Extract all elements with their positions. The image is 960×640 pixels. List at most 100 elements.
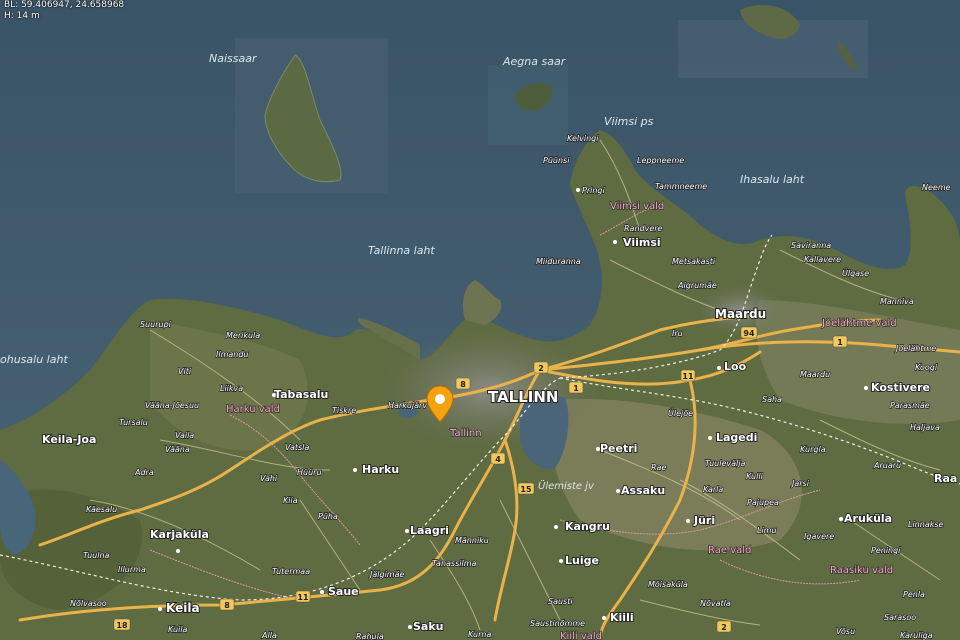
route-shield: 94 — [740, 326, 758, 339]
label-tursalu: Tursalu — [119, 418, 148, 427]
label-kurgla: Kurgla — [800, 445, 826, 454]
label-harku-vald: Harku vald — [226, 404, 280, 415]
label-loo: Loo — [724, 360, 747, 373]
label-merikula: Merikula — [226, 331, 260, 340]
label-tabasalu: Tabasalu — [274, 388, 328, 401]
route-shield: 4 — [490, 452, 506, 465]
label-kiili: Kiili — [610, 611, 634, 624]
label-lagedi: Lagedi — [716, 431, 757, 444]
coordinate-readout: BL: 59.406947, 24.658968 H: 14 m — [4, 0, 124, 22]
label-saku: Saku — [413, 620, 444, 633]
svg-text:8: 8 — [460, 380, 466, 389]
label-randvere: Randvere — [624, 224, 663, 233]
label-rae: Rae — [651, 463, 666, 472]
label-tuulna: Tuulna — [83, 551, 110, 560]
label-vaana-joesuu: Vääna-Jõesuu — [145, 401, 199, 410]
satellite-map-view[interactable]: 8 2 1 94 11 4 15 8 11 18 2 1 Naissaar Ae… — [0, 0, 960, 640]
label-huuru: Hüüru — [297, 468, 322, 477]
label-tanassilma: Tanassilma — [432, 559, 476, 568]
label-kostivere: Kostivere — [871, 381, 930, 394]
label-haljava: Haljava — [910, 423, 940, 432]
label-sarasoo: Sarasoo — [884, 613, 916, 622]
label-laagri: Laagri — [410, 524, 449, 537]
svg-text:4: 4 — [495, 455, 501, 464]
label-jalgimae: Jälgimäe — [368, 570, 404, 579]
svg-text:11: 11 — [682, 372, 694, 381]
route-shield: 8 — [219, 598, 235, 611]
label-aigrumae: Aigrumäe — [677, 281, 717, 290]
label-assaku: Assaku — [621, 484, 665, 497]
label-vaana: Vääna — [165, 445, 190, 454]
label-tammneeme: Tammneeme — [655, 182, 707, 191]
label-harkujarv: Harkujärv — [388, 401, 427, 410]
label-vaila: Vaila — [175, 431, 194, 440]
label-jarsi: Jarsi — [790, 479, 810, 488]
svg-text:15: 15 — [520, 485, 532, 494]
label-pringi: Pringi — [582, 186, 605, 195]
label-kiia: Kiia — [283, 496, 298, 505]
label-adra: Adra — [134, 468, 154, 477]
label-kelvingi: Kelvingi — [567, 134, 599, 143]
label-saue: Saue — [328, 585, 359, 598]
label-kurna: Kurna — [468, 630, 491, 639]
label-nolvasoo: Nõlvasoo — [70, 599, 107, 608]
label-viimsi-vald: Viimsi vald — [610, 201, 664, 212]
map-canvas[interactable]: 8 2 1 94 11 4 15 8 11 18 2 1 Naissaar Ae… — [0, 0, 960, 640]
route-shield: 2 — [533, 361, 549, 374]
label-illurma: Illurma — [118, 565, 146, 574]
label-kallavere: Kallavere — [804, 255, 841, 264]
label-tallinn: Tallinn — [449, 428, 482, 439]
route-shield: 1 — [568, 381, 584, 394]
label-saustinomme: Saustinõmme — [530, 619, 585, 628]
label-liikva: Liikva — [220, 384, 243, 393]
route-shield: 15 — [517, 482, 535, 495]
label-harku: Harku — [362, 463, 399, 476]
svg-text:1: 1 — [573, 384, 579, 393]
label-ulejoe: Ülejõe — [668, 408, 693, 418]
svg-text:18: 18 — [116, 621, 128, 630]
label-aegna-saar: Aegna saar — [502, 55, 567, 68]
label-kulli: Kulli — [746, 472, 764, 481]
label-tallinna-laht: Tallinna laht — [368, 244, 435, 257]
label-koogi: Koogi — [915, 363, 938, 372]
label-karuliga: Karuliga — [900, 631, 933, 640]
label-kangru: Kangru — [565, 520, 610, 533]
label-metsakasti: Metsakasti — [672, 257, 716, 266]
label-kuila: Kuila — [168, 625, 188, 634]
label-ihasalu-laht: Ihasalu laht — [740, 173, 805, 186]
label-karla: Karla — [703, 485, 723, 494]
label-raasiku-vald: Raasiku vald — [830, 565, 893, 576]
label-maardu-small: Maardu — [800, 370, 830, 379]
label-linnakse: Linnakse — [908, 520, 944, 529]
label-viimsi: Viimsi — [623, 236, 661, 249]
label-ohusalu-laht: ohusalu laht — [0, 353, 68, 366]
label-puha: Püha — [318, 512, 338, 521]
label-tutermaa: Tutermaa — [272, 567, 310, 576]
label-luige: Luige — [565, 554, 599, 567]
label-iru: Iru — [672, 329, 683, 338]
label-penla: Penla — [903, 590, 925, 599]
label-kaesalu: Käesalu — [86, 505, 117, 514]
label-tallinn-caps: TALLINN — [488, 388, 558, 406]
label-kiili-vald: Kiili vald — [560, 631, 602, 640]
label-karjakula: Karjaküla — [150, 528, 209, 541]
label-joelahtme-vald: Jõelähtme vald — [821, 318, 897, 329]
label-limu: Limu — [757, 526, 777, 535]
label-ulemiste-jv: Ülemiste jv — [538, 479, 595, 492]
svg-text:2: 2 — [721, 623, 727, 632]
label-suurupi: Suurupi — [140, 320, 172, 329]
label-neeme: Neeme — [922, 183, 951, 192]
svg-text:2: 2 — [538, 364, 544, 373]
label-vatsla: Vatsla — [285, 443, 309, 452]
label-igavere: Igavere — [804, 532, 834, 541]
svg-text:94: 94 — [743, 329, 755, 338]
height-text: H: 14 m — [4, 11, 40, 21]
route-shield: 8 — [455, 377, 471, 390]
label-joelahtme: Jõelähtme — [894, 344, 936, 353]
svg-text:11: 11 — [297, 593, 309, 602]
label-naissaar: Naissaar — [209, 52, 258, 65]
route-shield: 11 — [295, 590, 311, 603]
label-keila: Keila — [166, 601, 200, 615]
label-novatla: Nõvatla — [700, 599, 731, 608]
label-manniva: Manniva — [880, 297, 914, 306]
